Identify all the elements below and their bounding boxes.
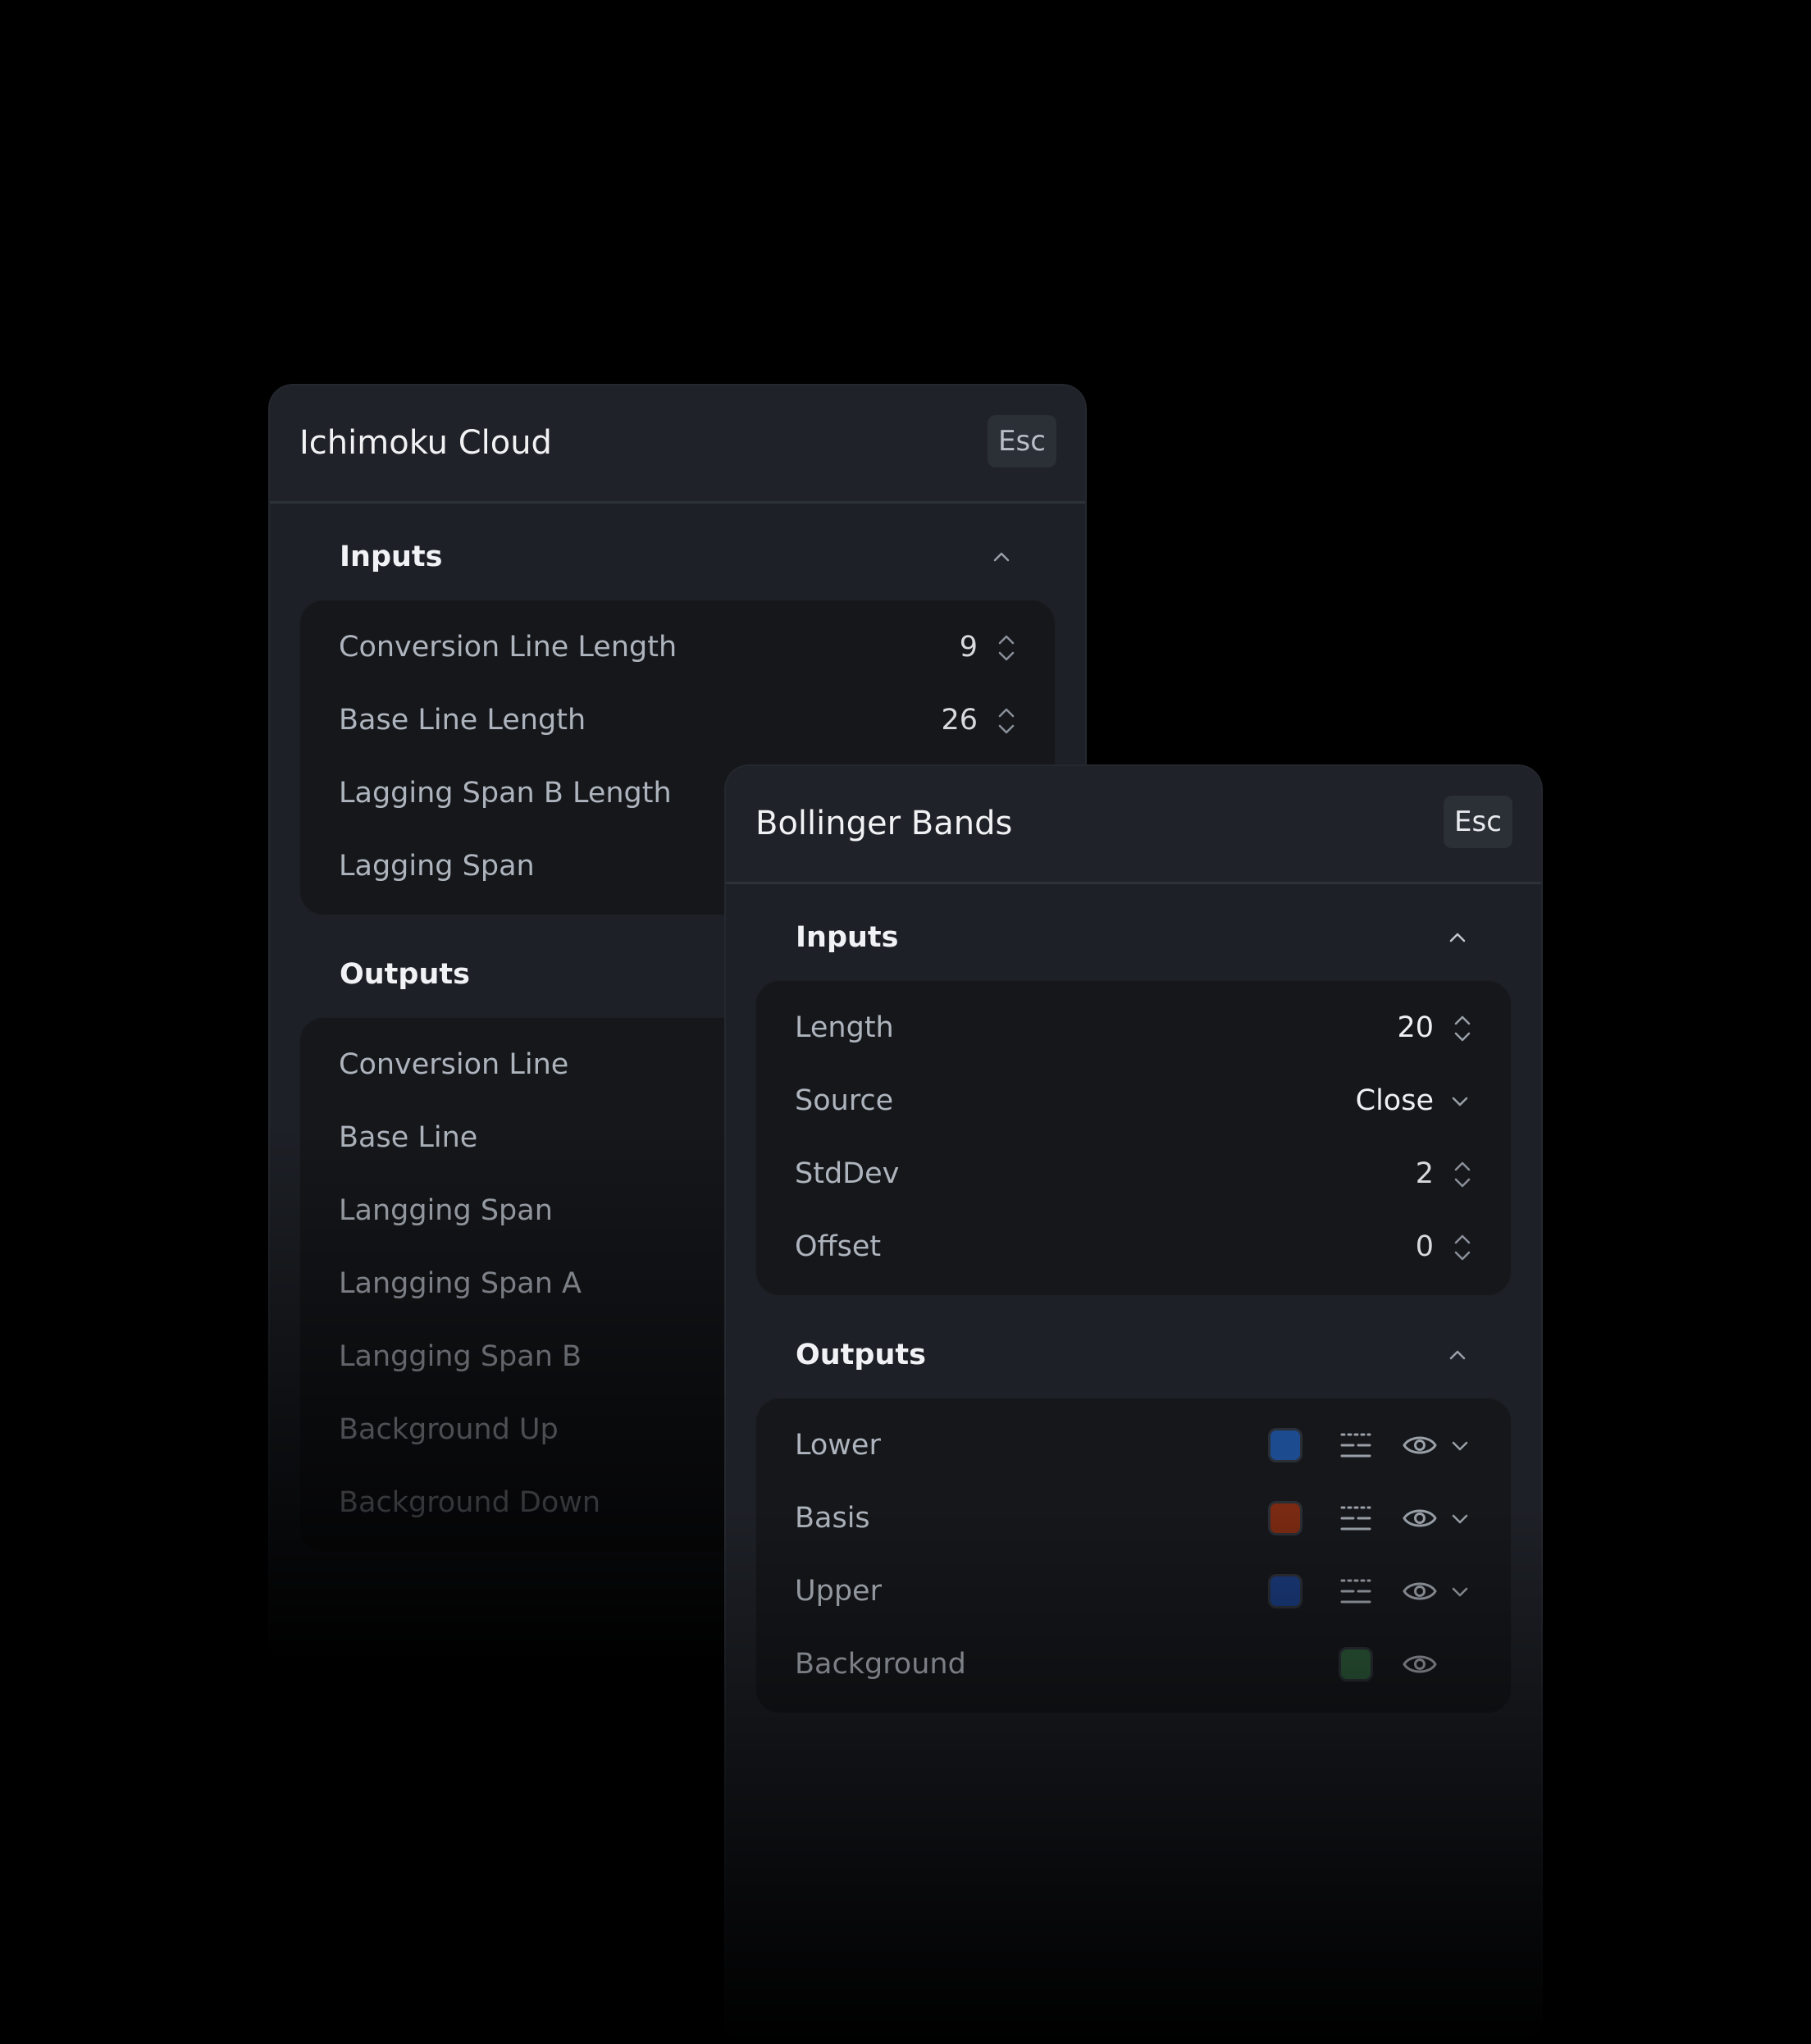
panel-title: Ichimoku Cloud bbox=[299, 424, 552, 462]
panel-header: Ichimoku Cloud Esc bbox=[270, 386, 1085, 504]
chevron-down-icon[interactable] bbox=[1449, 1091, 1471, 1112]
inputs-section-header[interactable]: Inputs bbox=[270, 504, 1085, 600]
length-input[interactable]: 20 bbox=[1397, 992, 1434, 1065]
inputs-section-header[interactable]: Inputs bbox=[726, 884, 1541, 980]
input-label: Length bbox=[795, 1011, 894, 1044]
output-label: Base Line bbox=[339, 1121, 478, 1154]
input-row-offset: Offset 0 bbox=[755, 1211, 1512, 1284]
output-row-background: Background bbox=[755, 1628, 1512, 1701]
input-row-source: Source Close bbox=[755, 1065, 1512, 1138]
inputs-section-title: Inputs bbox=[796, 921, 899, 954]
input-value[interactable]: 9 bbox=[960, 611, 978, 684]
output-row-basis: Basis bbox=[755, 1482, 1512, 1555]
input-row-stddev: StdDev 2 bbox=[755, 1138, 1512, 1211]
stepper-icon[interactable] bbox=[1452, 1011, 1473, 1046]
color-swatch[interactable] bbox=[1268, 1501, 1302, 1535]
output-row-lower: Lower bbox=[755, 1409, 1512, 1482]
eye-icon[interactable] bbox=[1402, 1649, 1438, 1679]
output-label: Lower bbox=[795, 1429, 881, 1462]
stddev-input[interactable]: 2 bbox=[1416, 1138, 1434, 1211]
line-style-icon[interactable] bbox=[1339, 1429, 1373, 1462]
stepper-icon[interactable] bbox=[996, 704, 1017, 738]
inputs-card: Length 20 Source Close StdDev 2 Offset 0 bbox=[755, 980, 1512, 1296]
output-label: Langging Span B bbox=[339, 1340, 582, 1373]
outputs-section-title: Outputs bbox=[796, 1339, 926, 1371]
input-label: Offset bbox=[795, 1230, 882, 1263]
eye-icon[interactable] bbox=[1402, 1576, 1438, 1606]
input-value[interactable]: 26 bbox=[941, 684, 978, 757]
chevron-up-icon[interactable] bbox=[991, 546, 1012, 568]
input-row-length: Length 20 bbox=[755, 992, 1512, 1065]
chevron-up-icon[interactable] bbox=[1447, 1344, 1468, 1366]
output-label: Basis bbox=[795, 1502, 870, 1535]
chevron-up-icon[interactable] bbox=[1447, 927, 1468, 948]
output-label: Background Down bbox=[339, 1486, 601, 1519]
output-label: Background bbox=[795, 1648, 966, 1681]
output-label: Langging Span A bbox=[339, 1267, 582, 1300]
eye-icon[interactable] bbox=[1402, 1503, 1438, 1533]
esc-button[interactable]: Esc bbox=[988, 415, 1056, 468]
output-label: Upper bbox=[795, 1575, 882, 1608]
color-swatch[interactable] bbox=[1268, 1428, 1302, 1462]
eye-icon[interactable] bbox=[1402, 1430, 1438, 1460]
input-label: Source bbox=[795, 1084, 894, 1117]
panel-header: Bollinger Bands Esc bbox=[726, 766, 1541, 884]
color-swatch[interactable] bbox=[1268, 1574, 1302, 1608]
output-label: Langging Span bbox=[339, 1194, 553, 1227]
stepper-icon[interactable] bbox=[996, 631, 1017, 665]
line-style-icon[interactable] bbox=[1339, 1502, 1373, 1535]
outputs-section-title: Outputs bbox=[340, 958, 470, 991]
input-row-base-line-length: Base Line Length 26 bbox=[299, 684, 1056, 757]
input-label: Lagging Span bbox=[339, 850, 535, 883]
chevron-down-icon[interactable] bbox=[1449, 1581, 1471, 1603]
chevron-down-icon[interactable] bbox=[1449, 1435, 1471, 1457]
input-row-conversion-line-length: Conversion Line Length 9 bbox=[299, 611, 1056, 684]
bollinger-settings-panel: Bollinger Bands Esc Inputs Length 20 Sou… bbox=[724, 764, 1543, 2044]
input-label: Conversion Line Length bbox=[339, 631, 677, 664]
outputs-section-header[interactable]: Outputs bbox=[726, 1302, 1541, 1398]
source-select[interactable]: Close bbox=[1356, 1065, 1434, 1138]
color-swatch[interactable] bbox=[1339, 1647, 1373, 1681]
output-label: Background Up bbox=[339, 1413, 559, 1446]
stepper-icon[interactable] bbox=[1452, 1230, 1473, 1265]
panel-title: Bollinger Bands bbox=[755, 805, 1013, 842]
offset-input[interactable]: 0 bbox=[1416, 1211, 1434, 1284]
stepper-icon[interactable] bbox=[1452, 1157, 1473, 1192]
outputs-card: Lower Basis Upper Background bbox=[755, 1398, 1512, 1713]
line-style-icon[interactable] bbox=[1339, 1575, 1373, 1608]
chevron-down-icon[interactable] bbox=[1449, 1508, 1471, 1530]
input-label: Lagging Span B Length bbox=[339, 777, 672, 810]
esc-button[interactable]: Esc bbox=[1444, 796, 1512, 848]
inputs-section-title: Inputs bbox=[340, 541, 443, 573]
input-label: Base Line Length bbox=[339, 704, 586, 737]
output-label: Conversion Line bbox=[339, 1048, 569, 1081]
output-row-upper: Upper bbox=[755, 1555, 1512, 1628]
input-label: StdDev bbox=[795, 1157, 900, 1190]
